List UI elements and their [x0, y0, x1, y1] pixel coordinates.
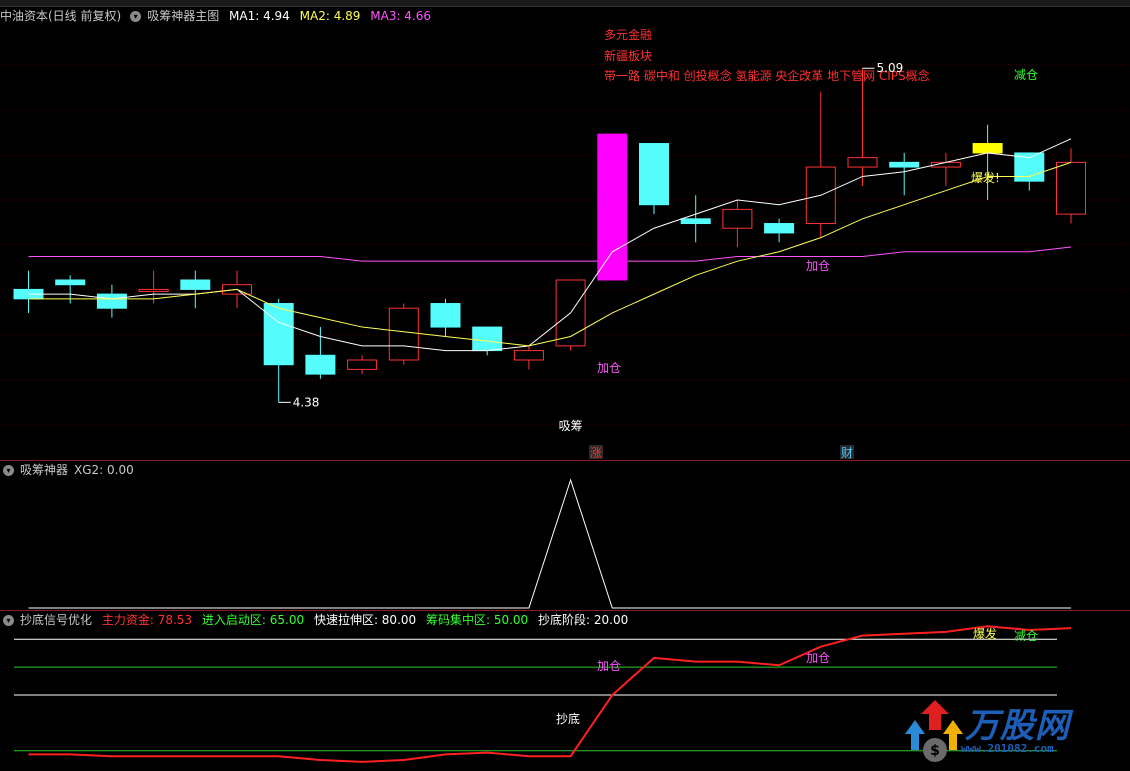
candle-body: [639, 143, 669, 206]
logo-text: 万股网: [965, 706, 1070, 746]
candle-body: [180, 279, 211, 290]
candle-body: [513, 350, 544, 361]
high-price-label: 5.09: [877, 61, 904, 75]
concept-label: 新疆板块: [604, 48, 652, 63]
logo-icon: $: [905, 700, 963, 762]
svg-text:$: $: [930, 743, 940, 759]
sub2-signal-label: 爆发: [973, 626, 997, 641]
chart-stage: 中油资本(日线 前复权) ▾ 吸筹神器主图 MA1: 4.94 MA2: 4.89 …: [0, 0, 1130, 771]
signal-label: 加仓: [597, 361, 621, 375]
candle-body: [388, 307, 419, 361]
sub2-signal-label: 加仓: [597, 659, 621, 673]
sub2-signal-label: 抄底: [556, 711, 580, 726]
candle-body: [847, 157, 878, 168]
signal-label: 加仓: [806, 259, 830, 273]
candle-body: [1056, 161, 1086, 215]
candle-body: [96, 293, 127, 309]
candle-body: [430, 303, 461, 328]
ma2-line: [28, 161, 1072, 347]
candle-body: [597, 133, 628, 281]
candle-body: [472, 326, 503, 352]
concept-label: 多元金融: [604, 27, 652, 42]
candle-body: [263, 303, 294, 366]
watermark-logo: $ 万股网 www.201082.com: [905, 690, 1130, 771]
candle-body: [764, 223, 795, 234]
candle-body: [347, 359, 378, 370]
sub2-signal-label: 加仓: [806, 651, 830, 665]
candle-body: [138, 288, 169, 292]
candle-body: [722, 208, 753, 229]
rise-badge: 涨: [590, 445, 602, 460]
signal-label: 吸筹: [559, 419, 583, 433]
finance-badge: 财: [841, 446, 853, 460]
signal-label: 减仓: [1014, 68, 1038, 82]
logo-url: www.201082.com: [961, 742, 1054, 755]
kline-chart[interactable]: 多元金融新疆板块带一路 碳中和 创投概念 氢能源 央企改革 地下管网 CIPS概…: [0, 0, 1130, 771]
candle-body: [680, 218, 711, 225]
candle-body: [55, 279, 86, 286]
sub2-signal-label: 减仓: [1014, 629, 1038, 643]
candle-body: [305, 354, 336, 375]
signal-label: 爆发!: [971, 170, 1000, 185]
low-price-label: 4.38: [293, 395, 320, 409]
ma3-line: [28, 246, 1072, 262]
candle-body: [889, 161, 920, 168]
xg2-line: [28, 478, 1071, 609]
candle-body: [972, 143, 1003, 154]
